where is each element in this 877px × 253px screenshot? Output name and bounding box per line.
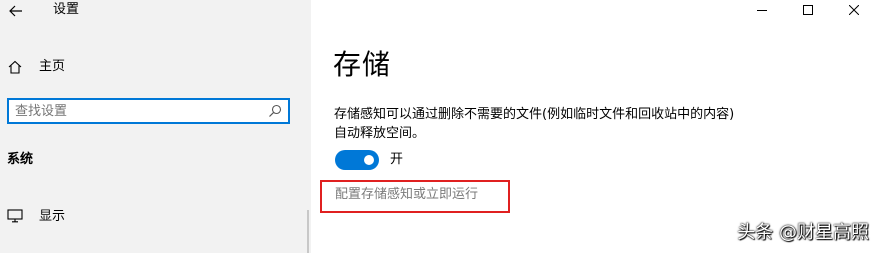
- minimize-button[interactable]: [739, 0, 785, 20]
- navigation-pane: 设置 主页 系统 显示: [0, 0, 311, 253]
- toggle-state-label: 开: [390, 152, 404, 167]
- minimize-icon: [757, 10, 767, 11]
- toggle-knob: [364, 155, 374, 165]
- close-icon: [849, 5, 859, 15]
- app-title: 设置: [53, 2, 80, 17]
- storage-sense-description: 存储感知可以通过删除不需要的文件(例如临时文件和回收站中的内容) 自动释放空间。: [334, 105, 804, 143]
- search-icon[interactable]: [268, 104, 282, 118]
- watermark: 头条 @财星高照: [737, 222, 869, 243]
- search-box[interactable]: [7, 98, 290, 124]
- monitor-icon: [7, 209, 23, 223]
- close-button[interactable]: [831, 0, 877, 20]
- sidebar-item-label: 主页: [39, 59, 66, 74]
- search-input[interactable]: [15, 100, 265, 122]
- sidebar-item-display[interactable]: 显示: [0, 204, 311, 230]
- back-arrow-icon: [9, 5, 22, 17]
- sidebar-scrollbar[interactable]: [307, 210, 309, 253]
- maximize-icon: [803, 5, 813, 15]
- description-line: 存储感知可以通过删除不需要的文件(例如临时文件和回收站中的内容): [334, 107, 735, 122]
- maximize-button[interactable]: [785, 0, 831, 20]
- window-controls: [739, 0, 877, 20]
- home-icon: [8, 60, 22, 74]
- storage-sense-toggle[interactable]: [335, 150, 379, 170]
- description-line: 自动释放空间。: [334, 126, 426, 141]
- highlight-annotation: [320, 180, 510, 213]
- sidebar-item-home[interactable]: 主页: [0, 54, 311, 80]
- section-label-system: 系统: [7, 152, 34, 167]
- settings-window: 设置 主页 系统 显示: [0, 0, 877, 253]
- back-button[interactable]: [0, 0, 32, 22]
- page-title: 存储: [333, 48, 392, 81]
- sidebar-item-label: 显示: [39, 209, 66, 224]
